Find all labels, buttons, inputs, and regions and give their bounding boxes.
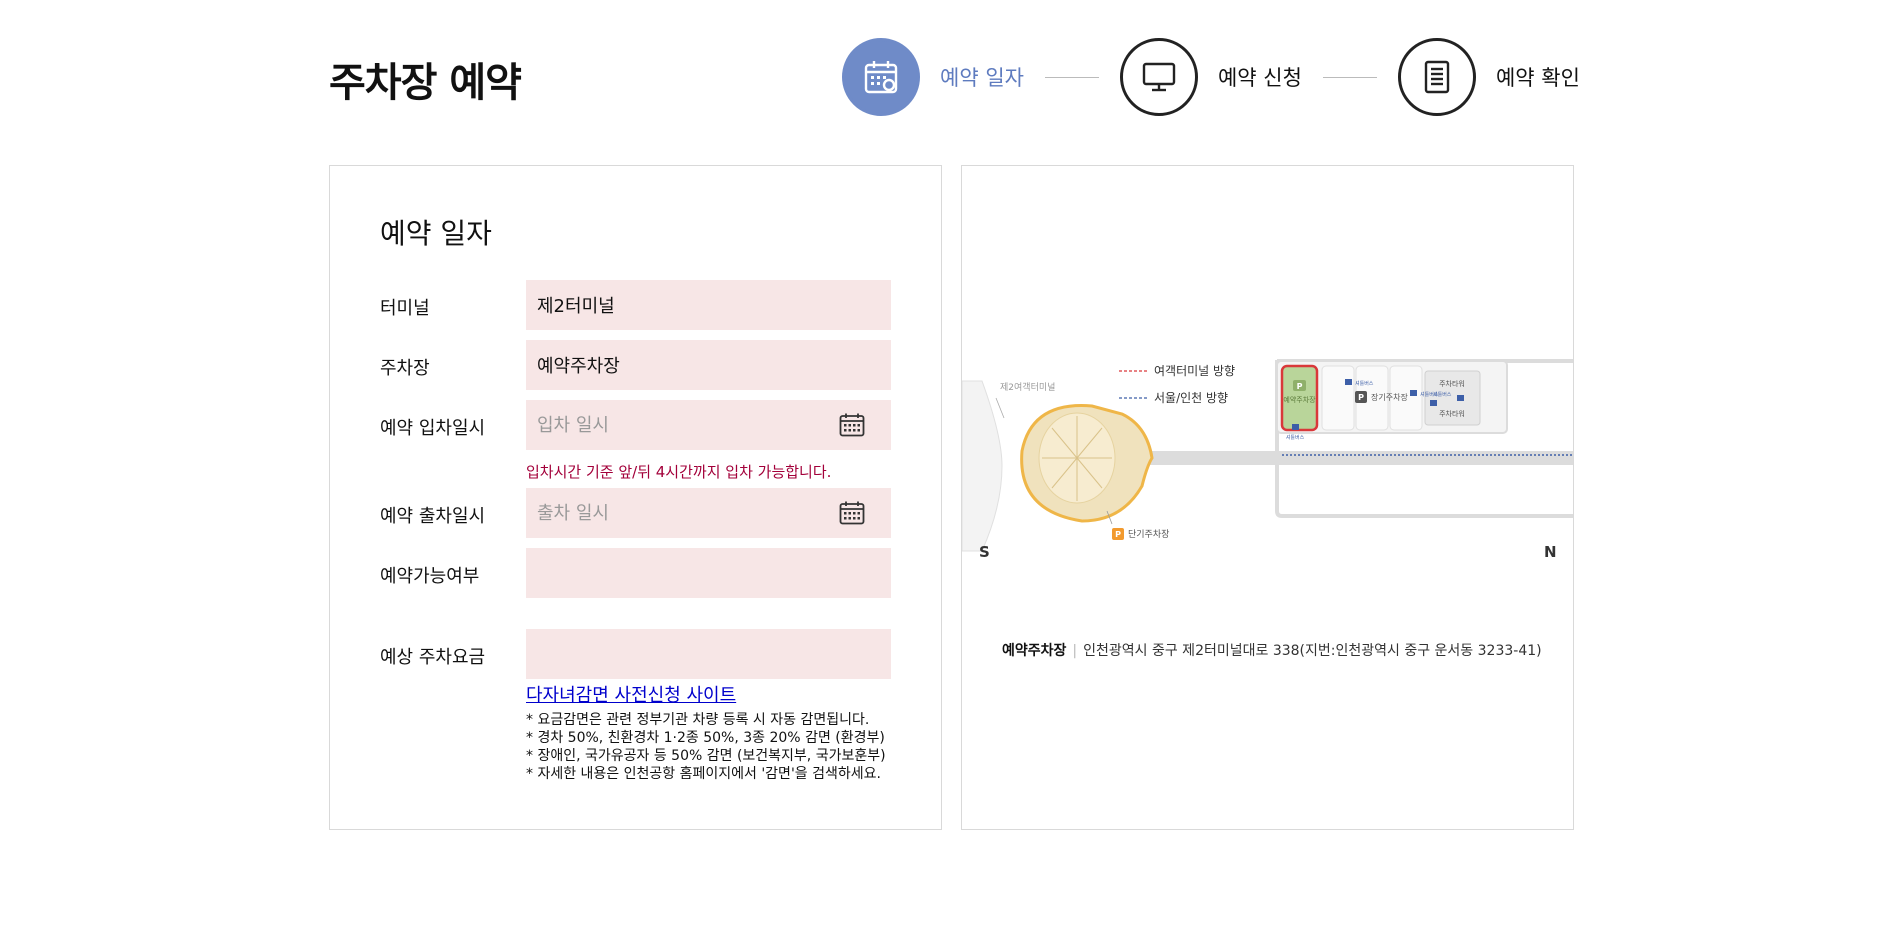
- exit-field[interactable]: [526, 488, 891, 538]
- parking-tower-label: 주차타워: [1439, 379, 1465, 388]
- exit-label: 예약 출차일시: [380, 506, 486, 527]
- step-divider: [1044, 76, 1099, 78]
- long-term-label: 장기주차장: [1371, 392, 1408, 402]
- parking-field[interactable]: 예약주차장: [526, 340, 891, 390]
- section-title: 예약 일자: [380, 217, 492, 250]
- discount-notes: * 요금감면은 관련 정부기관 차량 등록 시 자동 감면됩니다. * 경차 5…: [526, 711, 886, 783]
- reservation-form-panel: 예약 일자 터미널 제2터미널 주차장 예약주차장 예약 입차일시 입차시간 기…: [329, 165, 942, 830]
- step-label-reservation-request: 예약 신청: [1217, 66, 1302, 90]
- exit-datetime-input[interactable]: [537, 502, 837, 524]
- address-line: 예약주차장 | 인천광역시 중구 제2터미널대로 338(지번:인천광역시 중구 운…: [1002, 643, 1542, 659]
- svg-text:P: P: [1115, 530, 1121, 539]
- compass-north: N: [1544, 543, 1557, 561]
- terminal-label: 터미널: [380, 298, 430, 319]
- address-text: 인천광역시 중구 제2터미널대로 338(지번:인천광역시 중구 운서동 323…: [1083, 643, 1542, 659]
- main-road: [1132, 451, 1573, 465]
- note-line: * 자세한 내용은 인천공항 홈페이지에서 '감면'을 검색하세요.: [526, 766, 881, 782]
- map-panel: 제2여객터미널 P 단기주차장 여객터미널 방향 서울/인천 방향 P 예약주차…: [961, 165, 1574, 830]
- svg-text:P: P: [1297, 382, 1303, 391]
- step-reservation-confirm: 예약 확인: [1397, 38, 1580, 116]
- step-reservation-request: 예약 신청: [1119, 38, 1302, 116]
- reserved-lot-label: 예약주차장: [1283, 395, 1316, 404]
- step-indicator: 예약 일자 예약 신청 예약 확인: [842, 38, 1580, 116]
- document-icon: [1397, 38, 1476, 116]
- svg-text:P: P: [1358, 393, 1364, 402]
- terminal-field[interactable]: 제2터미널: [526, 280, 891, 330]
- terminal-building-shape: [962, 380, 1003, 552]
- availability-label: 예약가능여부: [380, 566, 480, 587]
- svg-text:셔틀버스: 셔틀버스: [1286, 434, 1305, 441]
- calendar-icon[interactable]: [839, 501, 865, 525]
- monitor-icon: [1119, 38, 1198, 116]
- step-divider: [1322, 76, 1377, 78]
- compass-south: S: [979, 543, 990, 561]
- entry-datetime-input[interactable]: [537, 414, 837, 436]
- calendar-icon[interactable]: [839, 413, 865, 437]
- terminal2-label: 제2여객터미널: [1000, 381, 1055, 393]
- legend-seoul: 서울/인천 방향: [1154, 390, 1228, 405]
- entry-field[interactable]: [526, 400, 891, 450]
- availability-field: [526, 548, 891, 598]
- parking-map: 제2여객터미널 P 단기주차장 여객터미널 방향 서울/인천 방향 P 예약주차…: [962, 359, 1573, 561]
- entry-label: 예약 입차일시: [380, 418, 486, 439]
- parking-value: 예약주차장: [537, 356, 620, 377]
- fee-label: 예상 주차요금: [380, 647, 486, 668]
- parking-tower-label: 주차타워: [1439, 409, 1465, 418]
- step-label-reservation-date: 예약 일자: [940, 66, 1024, 90]
- page-title: 주차장 예약: [329, 60, 522, 106]
- step-label-reservation-confirm: 예약 확인: [1495, 66, 1580, 90]
- parking-label: 주차장: [380, 358, 430, 379]
- fee-field: [526, 629, 891, 679]
- terminal-value: 제2터미널: [537, 296, 615, 317]
- svg-text:셔틀버스: 셔틀버스: [1433, 391, 1452, 398]
- note-line: * 장애인, 국가유공자 등 50% 감면 (보건복지부, 국가보훈부): [526, 748, 886, 764]
- legend-terminal: 여객터미널 방향: [1154, 364, 1235, 378]
- note-line: * 경차 50%, 친환경차 1·2종 50%, 3종 20% 감면 (환경부): [526, 730, 885, 746]
- short-term-label: 단기주차장: [1128, 528, 1169, 540]
- step-reservation-date: 예약 일자: [842, 38, 1024, 116]
- svg-text:셔틀버스: 셔틀버스: [1355, 380, 1374, 387]
- calendar-icon: [842, 38, 920, 116]
- note-line: * 요금감면은 관련 정부기관 차량 등록 시 자동 감면됩니다.: [526, 712, 870, 728]
- discount-link[interactable]: 다자녀감면 사전신청 사이트: [526, 681, 736, 707]
- address-title: 예약주차장: [1002, 643, 1067, 659]
- entry-note: 입차시간 기준 앞/뒤 4시간까지 입차 가능합니다.: [526, 463, 832, 481]
